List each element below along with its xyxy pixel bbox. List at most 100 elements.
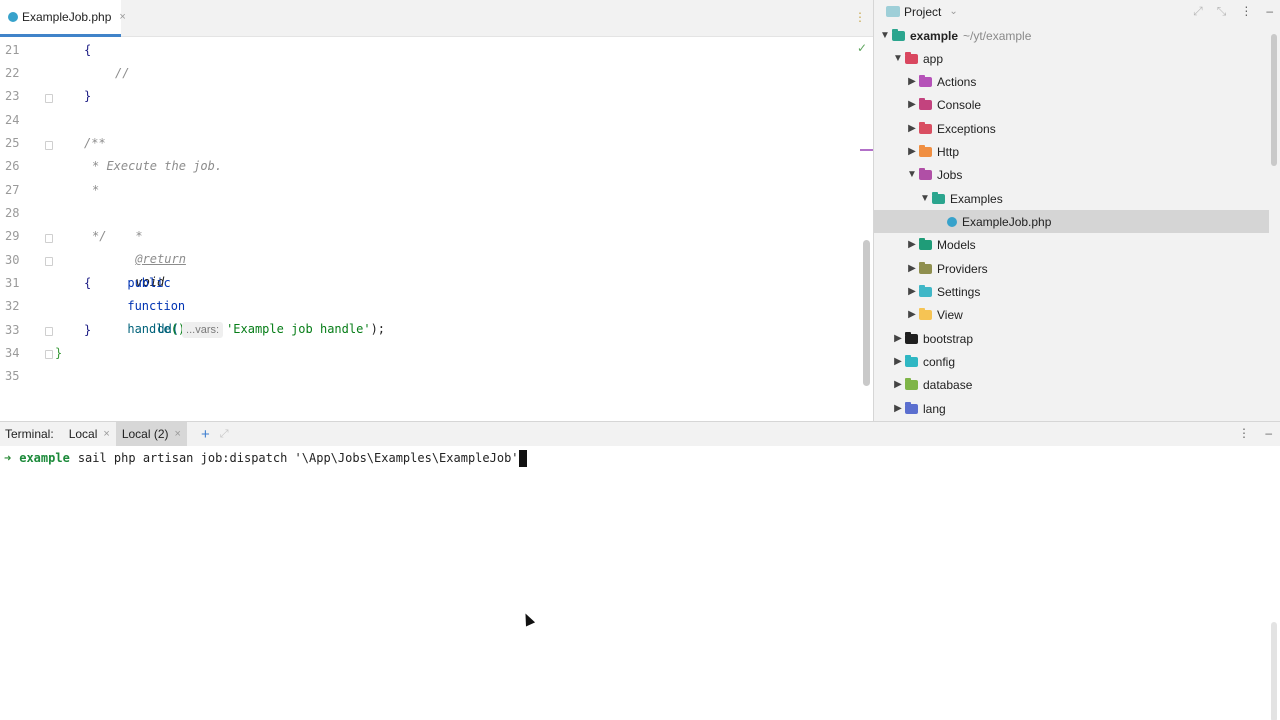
line-number-gutter: 21 22 23 24 25 26 27 28 29 30 31 32 33 3… bbox=[0, 37, 53, 421]
chevron-right-icon[interactable]: ▶ bbox=[905, 263, 919, 274]
close-icon[interactable]: × bbox=[175, 428, 181, 440]
options-menu-icon[interactable]: ⋮ bbox=[1240, 4, 1252, 19]
expand-icon[interactable]: ⤢ bbox=[220, 428, 229, 441]
tree-item-label: bootstrap bbox=[923, 331, 974, 346]
chevron-down-icon[interactable]: ▼ bbox=[905, 169, 919, 180]
tree-item-lang[interactable]: ▶ lang bbox=[874, 397, 1269, 420]
chevron-down-icon[interactable]: ▼ bbox=[891, 53, 905, 64]
tree-item-label: Exceptions bbox=[937, 121, 996, 136]
tree-item-label: Models bbox=[937, 237, 976, 252]
code-brace: } bbox=[84, 323, 92, 337]
root-path: ~/yt/example bbox=[963, 28, 1032, 43]
line-number: 27 bbox=[5, 183, 20, 197]
chevron-down-icon[interactable]: ▼ bbox=[878, 30, 892, 41]
collapse-all-icon[interactable]: ⤡ bbox=[1217, 4, 1227, 19]
tree-item-actions[interactable]: ▶ Actions bbox=[874, 70, 1269, 93]
fold-marker[interactable] bbox=[45, 257, 53, 266]
terminal-tab-local[interactable]: Local × bbox=[63, 422, 116, 446]
folder-icon bbox=[919, 121, 932, 134]
tree-item-config[interactable]: ▶ config bbox=[874, 350, 1269, 373]
terminal-tab-label: Local bbox=[68, 427, 98, 441]
code-comment: // bbox=[115, 66, 130, 80]
project-title[interactable]: Project bbox=[904, 5, 941, 19]
tree-item-jobs[interactable]: ▼ Jobs bbox=[874, 163, 1269, 186]
line-number: 21 bbox=[5, 43, 20, 57]
fold-marker[interactable] bbox=[45, 350, 53, 359]
chevron-right-icon[interactable]: ▶ bbox=[905, 99, 919, 110]
project-scrollbar[interactable] bbox=[1271, 34, 1277, 166]
line-number: 34 bbox=[5, 346, 20, 360]
fold-marker[interactable] bbox=[45, 94, 53, 103]
tree-item-http[interactable]: ▶ Http bbox=[874, 140, 1269, 163]
tree-item-label: config bbox=[923, 354, 956, 369]
chevron-right-icon[interactable]: ▶ bbox=[905, 309, 919, 320]
tree-item-examplejob-php[interactable]: ExampleJob.php bbox=[874, 210, 1269, 233]
close-icon[interactable]: × bbox=[103, 428, 109, 440]
chevron-right-icon[interactable]: ▶ bbox=[905, 123, 919, 134]
code-terminator: ); bbox=[370, 322, 386, 336]
chevron-down-icon[interactable]: ⌄ bbox=[949, 6, 957, 17]
scrollbar-marker bbox=[860, 149, 873, 151]
tree-item-app[interactable]: ▼ app bbox=[874, 47, 1269, 70]
expand-all-icon[interactable]: ⤢ bbox=[1193, 4, 1203, 19]
chevron-right-icon[interactable]: ▶ bbox=[891, 379, 905, 390]
chevron-right-icon[interactable]: ▶ bbox=[891, 403, 905, 414]
line-number: 28 bbox=[5, 206, 20, 220]
editor-tab-examplejob[interactable]: ExampleJob.php × bbox=[0, 0, 126, 37]
chevron-right-icon[interactable]: ▶ bbox=[891, 333, 905, 344]
tree-item-label: app bbox=[923, 51, 944, 66]
doc-comment: /** bbox=[84, 136, 106, 150]
tree-item-label: Jobs bbox=[937, 167, 963, 182]
tab-menu-icon[interactable]: ⋮ bbox=[854, 10, 866, 24]
tree-item-examples[interactable]: ▼ Examples bbox=[874, 187, 1269, 210]
close-icon[interactable]: × bbox=[119, 11, 125, 23]
line-number: 29 bbox=[5, 229, 20, 243]
tree-item-models[interactable]: ▶ Models bbox=[874, 233, 1269, 256]
line-number: 25 bbox=[5, 136, 20, 150]
fold-marker[interactable] bbox=[45, 327, 53, 336]
terminal-output[interactable]: ➜ example sail php artisan job:dispatch … bbox=[0, 446, 1280, 720]
tree-item-label: Actions bbox=[937, 74, 977, 89]
folder-icon bbox=[905, 331, 918, 344]
tree-root-example[interactable]: ▼ example ~/yt/example bbox=[874, 24, 1269, 47]
tree-item-bootstrap[interactable]: ▶ bootstrap bbox=[874, 327, 1269, 350]
tree-item-settings[interactable]: ▶ Settings bbox=[874, 280, 1269, 303]
root-name: example bbox=[910, 28, 959, 43]
tree-item-exceptions[interactable]: ▶ Exceptions bbox=[874, 117, 1269, 140]
prompt-arrow-icon: ➜ bbox=[4, 451, 12, 465]
doc-comment: * bbox=[135, 229, 143, 243]
tree-item-console[interactable]: ▶ Console bbox=[874, 93, 1269, 116]
terminal-tab-local-2[interactable]: Local (2) × bbox=[115, 422, 187, 446]
editor-scrollbar[interactable] bbox=[863, 240, 870, 386]
minimize-icon[interactable]: – bbox=[1266, 4, 1273, 19]
chevron-down-icon[interactable]: ▼ bbox=[918, 193, 932, 204]
line-number: 24 bbox=[5, 113, 20, 127]
options-menu-icon[interactable]: ⋮ bbox=[1238, 426, 1250, 440]
tree-item-providers[interactable]: ▶ Providers bbox=[874, 257, 1269, 280]
chevron-right-icon[interactable]: ▶ bbox=[905, 146, 919, 157]
tree-item-database[interactable]: ▶ database bbox=[874, 373, 1269, 396]
fold-marker[interactable] bbox=[45, 141, 53, 150]
chevron-right-icon[interactable]: ▶ bbox=[905, 239, 919, 250]
tree-item-view[interactable]: ▶ View bbox=[874, 303, 1269, 326]
keyword-public: public bbox=[127, 276, 171, 290]
line-number: 35 bbox=[5, 369, 20, 383]
folder-icon bbox=[919, 237, 932, 250]
line-number: 31 bbox=[5, 276, 20, 290]
chevron-right-icon[interactable]: ▶ bbox=[905, 286, 919, 297]
code-brace: } bbox=[84, 89, 92, 103]
terminal-scrollbar[interactable] bbox=[1271, 622, 1277, 720]
inspection-ok-icon[interactable]: ✓ bbox=[857, 41, 867, 55]
minimize-icon[interactable]: – bbox=[1265, 426, 1272, 440]
tree-item-label: Providers bbox=[937, 261, 988, 276]
add-icon[interactable]: + bbox=[201, 426, 210, 443]
chevron-right-icon[interactable]: ▶ bbox=[891, 356, 905, 367]
tree-item-label: Http bbox=[937, 144, 960, 159]
php-file-icon bbox=[947, 216, 957, 227]
terminal-label: Terminal: bbox=[5, 427, 54, 441]
line-number: 30 bbox=[5, 253, 20, 267]
fold-marker[interactable] bbox=[45, 234, 53, 243]
chevron-right-icon[interactable]: ▶ bbox=[905, 76, 919, 87]
code-area[interactable]: { // } /** * Execute the job. * * @retur… bbox=[55, 37, 860, 421]
doc-comment: * bbox=[92, 183, 100, 197]
